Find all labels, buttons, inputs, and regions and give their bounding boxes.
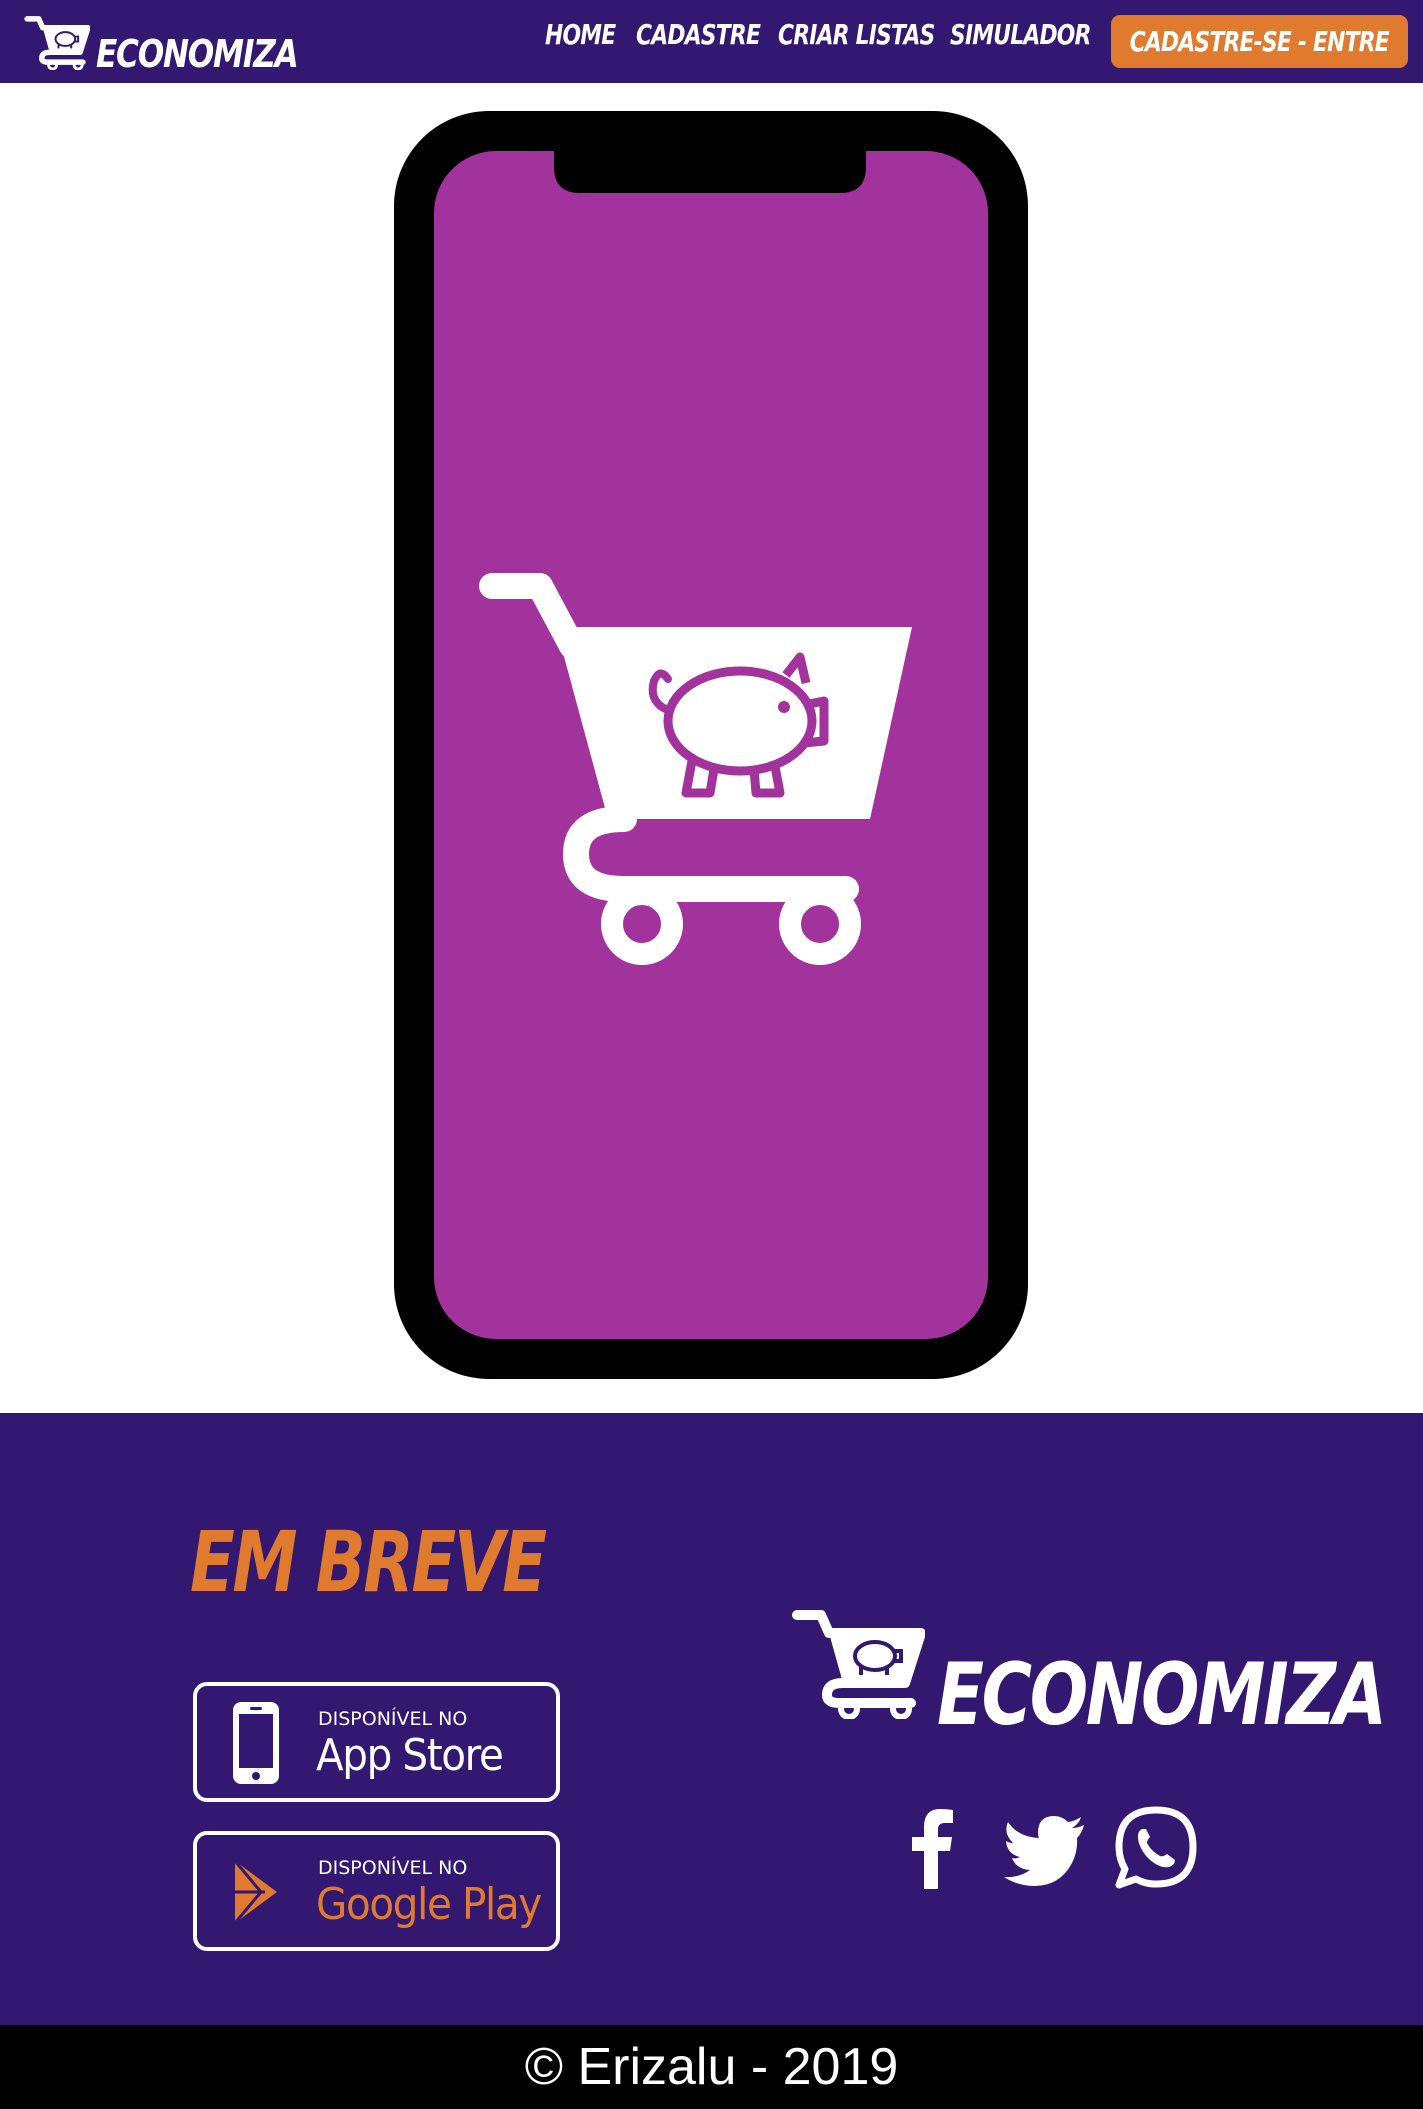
whatsapp-icon	[1115, 1806, 1197, 1889]
nav-home-link[interactable]: HOME	[545, 18, 616, 51]
google-play-button[interactable]: DISPONÍVEL NO Google Play	[193, 1831, 560, 1951]
brand-logo[interactable]: ECONOMIZA	[24, 6, 342, 78]
footer: EM BREVE DISPONÍVEL NO App Store DISPONÍ…	[0, 1413, 1423, 2025]
app-store-button[interactable]: DISPONÍVEL NO App Store	[193, 1682, 560, 1802]
copyright-bar: © Erizalu - 2019	[0, 2025, 1423, 2109]
nav-simulador-link[interactable]: SIMULADOR	[950, 18, 1091, 51]
google-play-icon	[233, 1860, 277, 1924]
app-store-label: App Store	[316, 1730, 504, 1781]
google-play-label: Google Play	[316, 1879, 542, 1930]
footer-brand-name: ECONOMIZA	[937, 1645, 1387, 1745]
brand-name: ECONOMIZA	[96, 32, 299, 76]
nav-cadastre-link[interactable]: CADASTRE	[636, 18, 761, 51]
nav-criar-listas-link[interactable]: CRIAR LISTAS	[778, 18, 935, 51]
app-store-small-text: DISPONÍVEL NO	[318, 1708, 468, 1730]
copyright-text: © Erizalu - 2019	[524, 2038, 899, 2096]
navbar: ECONOMIZA HOME CADASTRE CRIAR LISTAS SIM…	[0, 0, 1423, 83]
phone-mockup-image	[394, 111, 1028, 1379]
facebook-icon	[912, 1809, 953, 1889]
signup-login-button[interactable]: CADASTRE-SE - ENTRE	[1111, 15, 1408, 68]
signup-login-label: CADASTRE-SE - ENTRE	[1129, 25, 1390, 58]
twitter-icon	[1004, 1816, 1084, 1886]
cart-piggy-logo-icon	[24, 16, 90, 70]
cart-piggy-logo-icon	[792, 1610, 925, 1719]
google-play-small-text: DISPONÍVEL NO	[318, 1857, 468, 1879]
smartphone-icon	[233, 1702, 279, 1784]
coming-soon-heading: EM BREVE	[190, 1513, 547, 1611]
